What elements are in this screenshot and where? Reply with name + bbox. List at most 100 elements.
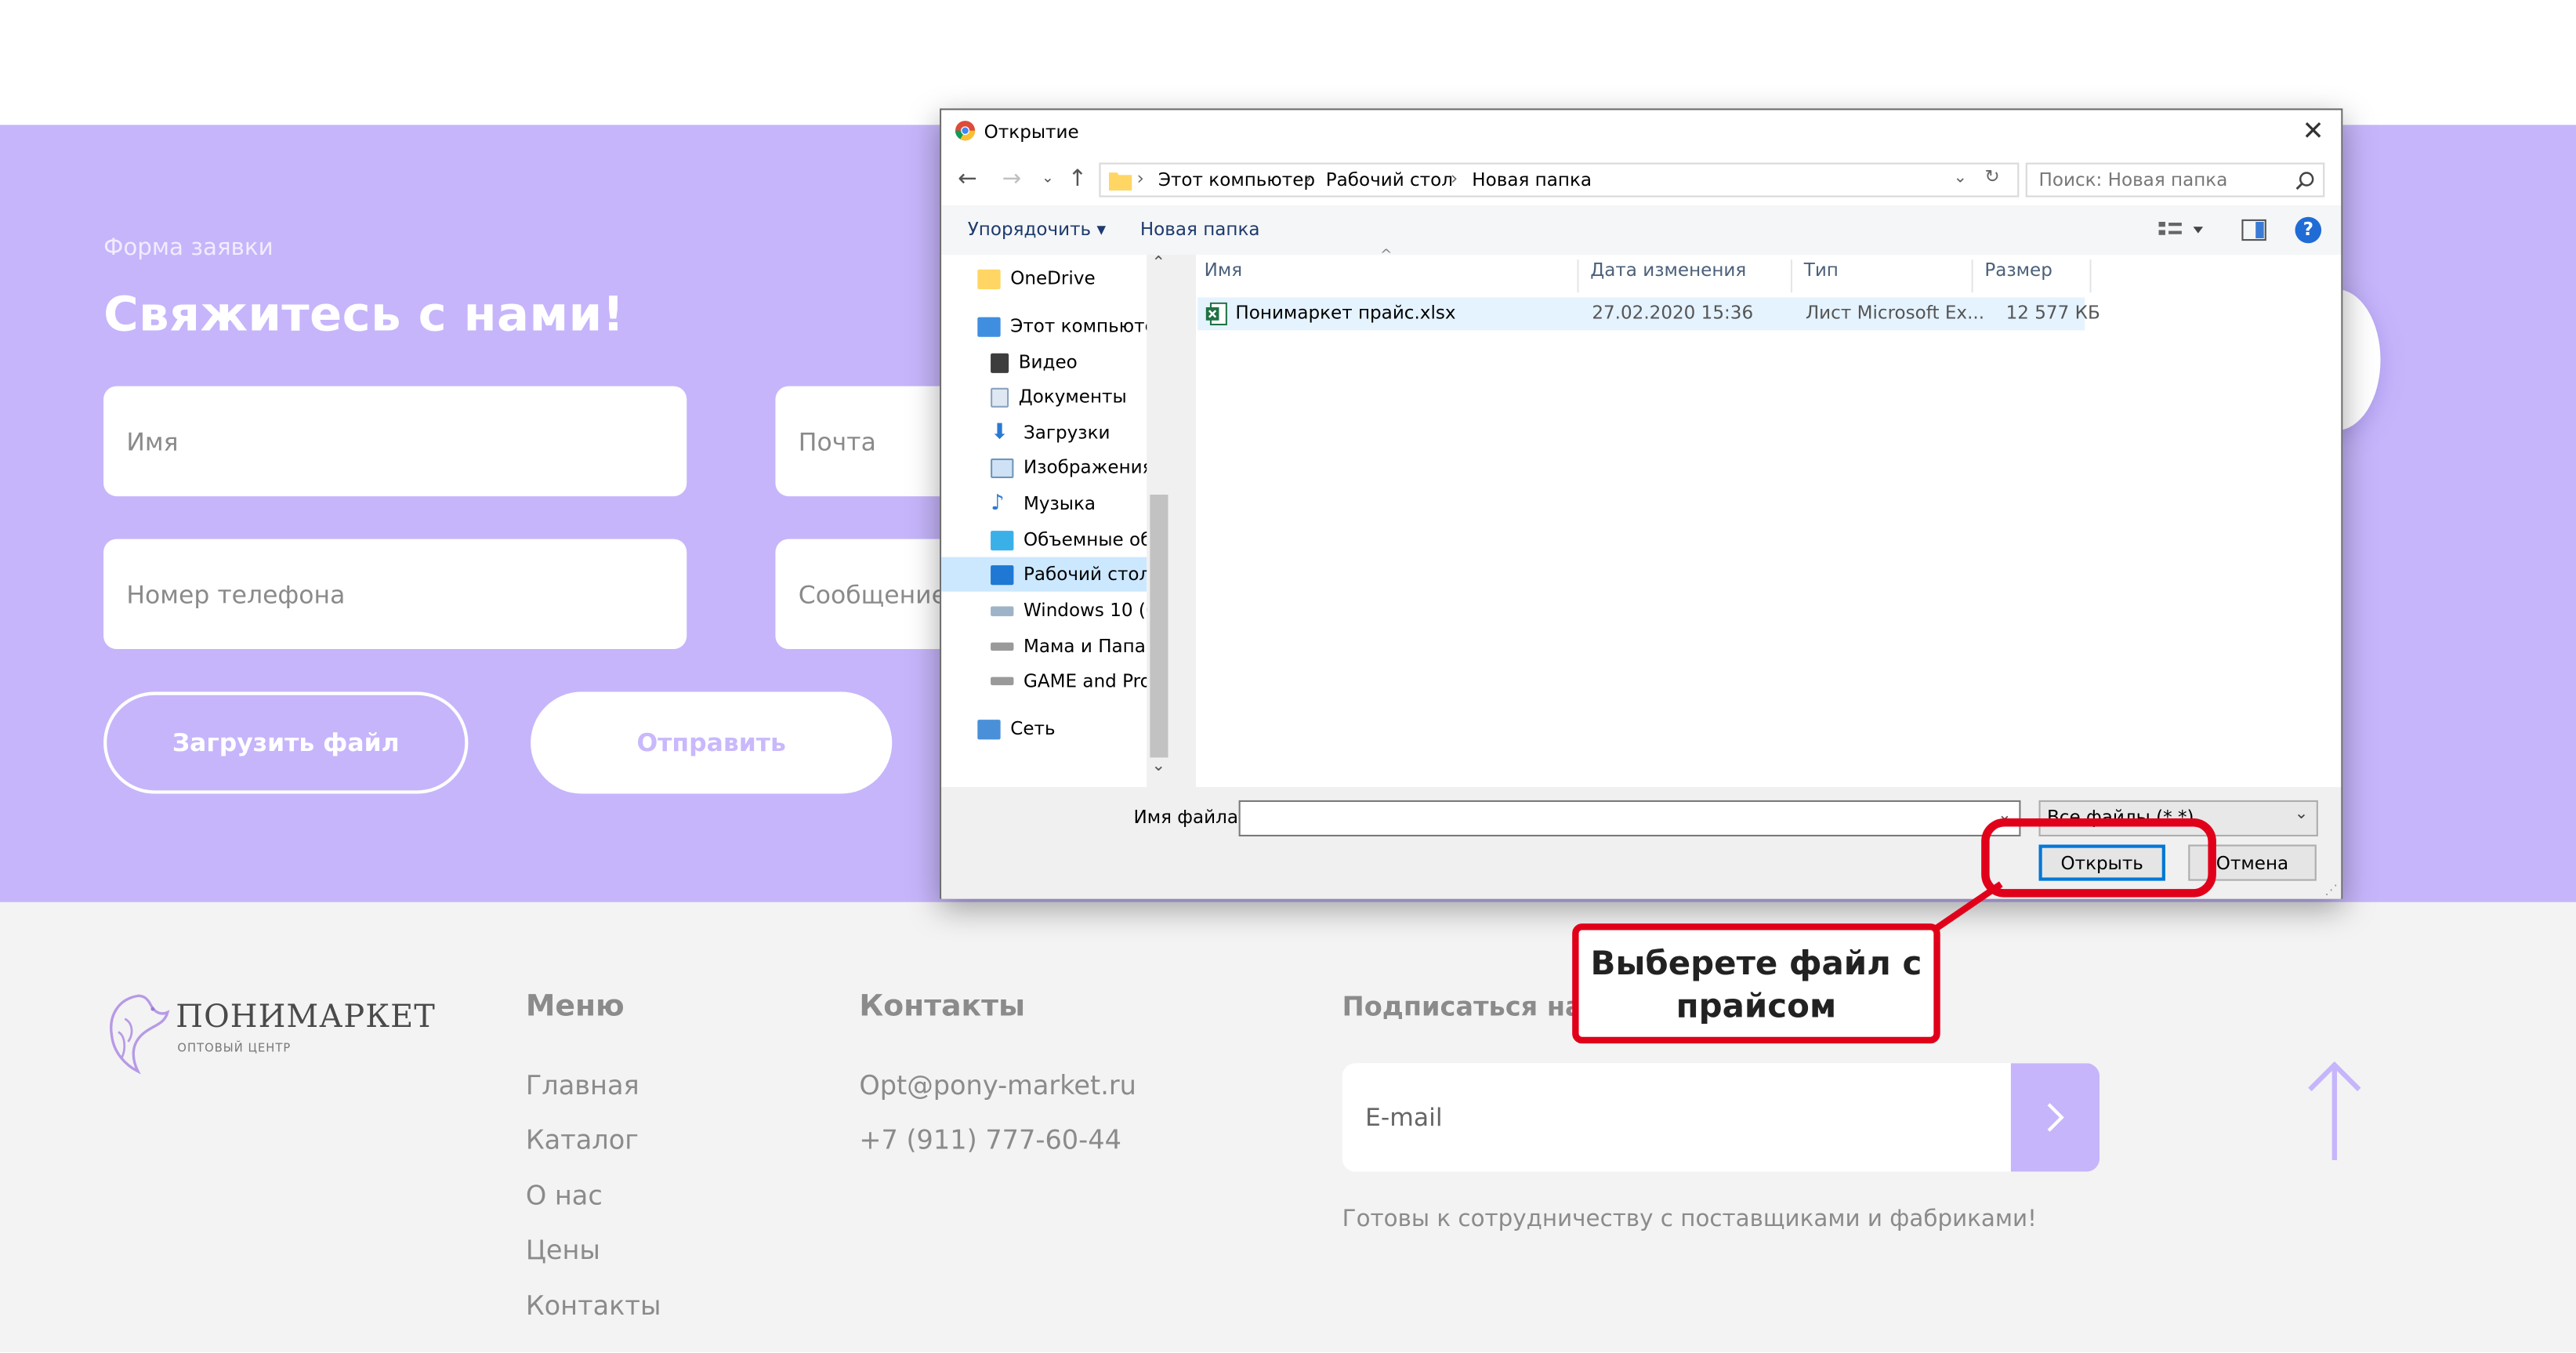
breadcrumb-new-folder[interactable]: Новая папка (1472, 169, 1592, 190)
nav-item-this-pc[interactable]: Этот компьютер (941, 309, 1167, 343)
breadcrumb-separator: › (1304, 167, 1312, 190)
pictures-icon (991, 457, 1014, 477)
nav-item-desktop[interactable]: Рабочий стол (941, 557, 1150, 592)
breadcrumb-this-pc[interactable]: Этот компьютер (1158, 169, 1315, 190)
navigation-pane-scrollbar[interactable]: ⌃ ⌄ (1147, 254, 1172, 788)
nav-item-documents[interactable]: Документы (941, 379, 1147, 414)
filename-input[interactable] (1238, 800, 2021, 837)
view-options-icon[interactable] (2157, 220, 2206, 240)
footer (0, 901, 2576, 1353)
3d-objects-icon (991, 530, 1014, 550)
message-placeholder: Сообщение (798, 579, 947, 609)
screenshot-stage: Форма заявки Свяжитесь с нами! Имя Почта… (0, 0, 2576, 1353)
subscribe-email-placeholder: E-mail (1365, 1102, 1443, 1133)
breadcrumb-separator: › (1136, 167, 1144, 190)
nav-item-3d-objects[interactable]: Объемные объ (941, 523, 1165, 557)
form-eyebrow: Форма заявки (103, 234, 274, 262)
form-title: Свяжитесь с нами! (103, 285, 625, 343)
navigation-pane: OneDrive Этот компьютер Видео Документы … (941, 254, 1172, 788)
file-open-dialog: Открытие ✕ ← → ⌄ ↑ › Этот компьютер › Ра… (940, 108, 2343, 899)
documents-icon (991, 386, 1009, 407)
resize-grip-icon[interactable]: ⋰ (2324, 883, 2338, 898)
upload-file-button[interactable]: Загрузить файл (103, 691, 469, 794)
dialog-titlebar[interactable]: Открытие ✕ (941, 110, 2342, 157)
nav-item-onedrive[interactable]: OneDrive (941, 261, 1147, 296)
drive-icon (991, 605, 1014, 616)
nav-item-video[interactable]: Видео (941, 345, 1147, 379)
recent-locations-chevron-icon[interactable]: ⌄ (1042, 171, 1054, 187)
name-input[interactable]: Имя (103, 386, 687, 497)
menu-link-contacts[interactable]: Контакты (526, 1290, 661, 1322)
music-icon: ♪ (991, 490, 1005, 516)
excel-file-icon (1205, 302, 1227, 326)
desktop-icon (991, 564, 1014, 585)
file-row[interactable]: Понимаркет прайс.xlsx 27.02.2020 15:36 Л… (1197, 297, 2100, 331)
address-bar[interactable]: › Этот компьютер › Рабочий стол › Новая … (1099, 162, 2020, 198)
address-dropdown-chevron-icon[interactable]: ⌄ (1954, 169, 1968, 187)
dialog-title: Открытие (984, 122, 1079, 143)
menu-link-catalog[interactable]: Каталог (526, 1124, 639, 1155)
scroll-up-chevron-icon[interactable]: ⌃ (1152, 255, 1166, 273)
video-icon (991, 352, 1009, 372)
nav-item-downloads[interactable]: ⬇ Загрузки (941, 415, 1147, 450)
drive-icon (991, 676, 1014, 686)
breadcrumb-desktop[interactable]: Рабочий стол (1326, 169, 1453, 190)
phone-input[interactable]: Номер телефона (103, 539, 687, 650)
logo-subtitle: ОПТОВЫЙ ЦЕНТР (177, 1042, 292, 1055)
scroll-down-chevron-icon[interactable]: ⌄ (1152, 757, 1166, 775)
up-folder-arrow-icon[interactable]: ↑ (1068, 166, 1088, 193)
new-folder-button[interactable]: Новая папка (1140, 219, 1260, 240)
contact-email-link[interactable]: Opt@pony-market.ru (859, 1070, 1136, 1101)
scroll-up-arrow-icon[interactable] (2305, 1058, 2364, 1163)
preview-pane-icon[interactable] (2241, 219, 2267, 241)
open-button-highlight (1981, 818, 2216, 898)
page-top-area (0, 0, 2576, 125)
organize-button[interactable]: Упорядочить ▾ (968, 219, 1106, 240)
subscribe-submit-button[interactable] (2010, 1063, 2100, 1172)
menu-link-home[interactable]: Главная (526, 1070, 639, 1101)
contact-phone-link[interactable]: +7 (911) 777-60-44 (859, 1124, 1121, 1155)
nav-item-drive-game[interactable]: GAME and Progr (941, 664, 1170, 698)
menu-title: Меню (525, 988, 625, 1024)
scrollbar-thumb[interactable] (1150, 494, 1168, 758)
email-placeholder: Почта (798, 426, 876, 456)
column-header-modified[interactable]: Дата изменения (1582, 259, 1793, 293)
help-icon[interactable]: ? (2295, 216, 2322, 244)
subscribe-note: Готовы к сотрудничеству с поставщиками и… (1342, 1206, 2037, 1233)
close-icon[interactable]: ✕ (2299, 116, 2328, 147)
nav-item-label: Изображения (1023, 456, 1154, 479)
instruction-callout: Выберете файл с прайсом (1572, 923, 1940, 1044)
chevron-down-icon: ⌄ (2294, 805, 2309, 824)
file-name: Понимаркет прайс.xlsx (1235, 302, 1456, 324)
column-header-name[interactable]: Имя (1196, 259, 1579, 293)
refresh-icon[interactable]: ↻ (1984, 166, 1999, 187)
menu-link-about[interactable]: О нас (526, 1180, 603, 1211)
computer-icon (977, 316, 1001, 336)
back-arrow-icon[interactable]: ← (958, 166, 977, 193)
nav-item-label: Загрузки (1023, 422, 1110, 444)
nav-item-pictures[interactable]: Изображения (941, 450, 1154, 484)
dialog-toolbar: Упорядочить ▾ Новая папка ? (941, 205, 2342, 255)
nav-item-drive-e[interactable]: Мама и Папа (E (941, 629, 1170, 664)
subscribe-email-input[interactable]: E-mail (1342, 1063, 2100, 1172)
nav-item-label: OneDrive (1010, 267, 1096, 289)
breadcrumb-separator: › (1451, 167, 1458, 190)
nav-item-label: Видео (1018, 351, 1078, 373)
file-modified: 27.02.2020 15:36 (1592, 302, 1754, 324)
nav-item-network[interactable]: Сеть (941, 712, 1147, 746)
phone-placeholder: Номер телефона (126, 579, 346, 609)
logo-name: ПОНИМАРКЕТ (176, 999, 436, 1036)
forward-arrow-icon[interactable]: → (1002, 166, 1022, 193)
menu-link-prices[interactable]: Цены (526, 1234, 600, 1265)
dialog-search-placeholder: Поиск: Новая папка (2038, 169, 2228, 191)
column-header-size[interactable]: Размер (1976, 259, 2092, 293)
nav-item-drive-c[interactable]: Windows 10 (C:) (941, 593, 1172, 628)
column-header-type[interactable]: Тип (1795, 259, 1973, 293)
drive-icon (991, 642, 1014, 651)
dialog-search-input[interactable]: Поиск: Новая папка (2025, 162, 2325, 198)
nav-item-label: Объемные объ (1023, 529, 1165, 551)
folder-icon (1109, 172, 1132, 191)
dialog-navigation-bar: ← → ⌄ ↑ › Этот компьютер › Рабочий стол … (941, 156, 2342, 206)
send-button[interactable]: Отправить (531, 691, 893, 794)
nav-item-music[interactable]: ♪ Музыка (941, 487, 1147, 521)
